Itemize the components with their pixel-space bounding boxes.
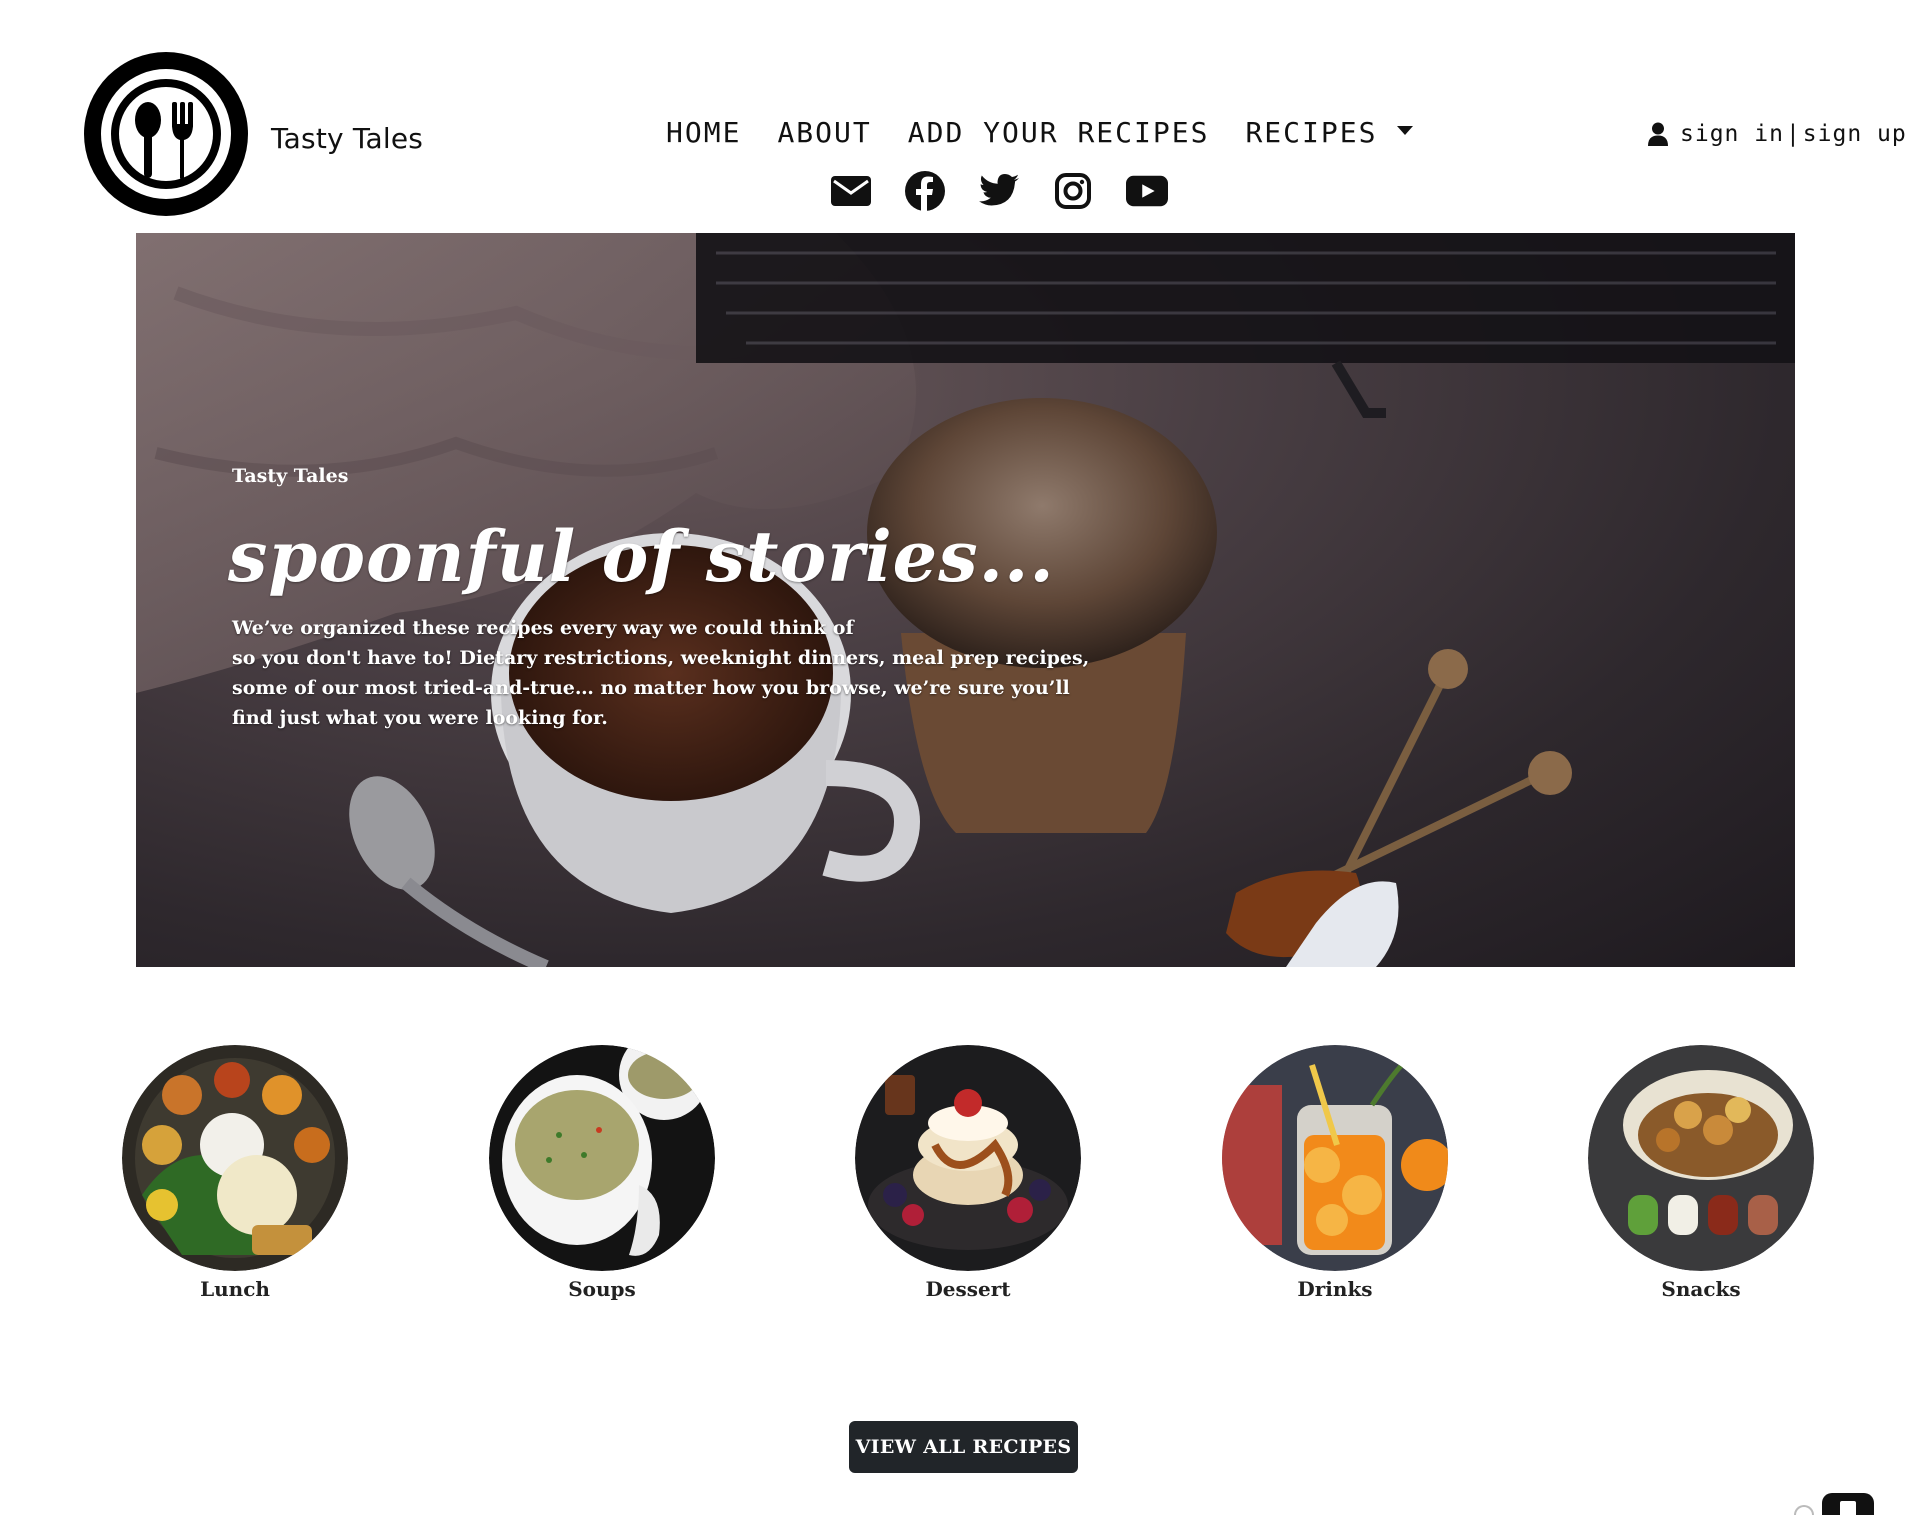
site-logo[interactable] <box>84 52 248 216</box>
hero-description-line: We’ve organized these recipes every way … <box>232 617 854 639</box>
sign-in-link[interactable]: sign in <box>1680 121 1784 147</box>
snacks-thumbnail <box>1588 1045 1814 1271</box>
category-label: Dessert <box>925 1277 1011 1301</box>
auth-links: sign in | sign up <box>1648 121 1907 147</box>
hero-description-line: so you don't have to! Dietary restrictio… <box>232 647 1090 669</box>
nav-about[interactable]: ABOUT <box>777 116 871 149</box>
brand-name[interactable]: Tasty Tales <box>271 122 423 155</box>
soups-thumbnail <box>489 1045 715 1271</box>
youtube-icon[interactable] <box>1126 170 1168 212</box>
hero-description: We’ve organized these recipes every way … <box>232 613 1090 733</box>
hero-headline: spoonful of stories... <box>228 515 1055 598</box>
hero-banner: Tasty Tales spoonful of stories... We’ve… <box>136 233 1795 967</box>
lunch-thumbnail <box>122 1045 348 1271</box>
nav-recipes-label: RECIPES <box>1245 116 1378 149</box>
chat-bubble-icon[interactable] <box>1794 1505 1814 1515</box>
nav-recipes-dropdown[interactable]: RECIPES <box>1245 116 1414 149</box>
envelope-icon[interactable] <box>830 170 872 212</box>
view-all-recipes-button[interactable]: VIEW ALL RECIPES <box>849 1421 1078 1473</box>
category-row: Lunch Soups Dessert Drinks Snacks <box>0 1045 1920 1305</box>
floating-widget-button[interactable] <box>1822 1493 1874 1515</box>
facebook-icon[interactable] <box>904 170 946 212</box>
main-nav: HOME ABOUT ADD YOUR RECIPES RECIPES <box>666 116 1414 149</box>
dessert-thumbnail <box>855 1045 1081 1271</box>
category-drinks[interactable]: Drinks <box>1222 1045 1448 1301</box>
category-label: Soups <box>568 1277 636 1301</box>
category-label: Lunch <box>200 1277 270 1301</box>
nav-home[interactable]: HOME <box>666 116 741 149</box>
spoon-fork-icon <box>135 102 193 180</box>
category-lunch[interactable]: Lunch <box>122 1045 348 1301</box>
social-links <box>830 170 1168 212</box>
category-label: Snacks <box>1661 1277 1741 1301</box>
drinks-thumbnail <box>1222 1045 1448 1271</box>
user-icon <box>1648 122 1668 146</box>
twitter-icon[interactable] <box>978 170 1020 212</box>
hero-description-line: some of our most tried-and-true… no matt… <box>232 677 1070 699</box>
category-dessert[interactable]: Dessert <box>855 1045 1081 1301</box>
category-soups[interactable]: Soups <box>489 1045 715 1301</box>
category-label: Drinks <box>1297 1277 1373 1301</box>
hero-description-line: find just what you were looking for. <box>232 707 608 729</box>
instagram-icon[interactable] <box>1052 170 1094 212</box>
caret-down-icon <box>1397 125 1414 135</box>
nav-add-recipes[interactable]: ADD YOUR RECIPES <box>908 116 1210 149</box>
sign-up-link[interactable]: sign up <box>1803 121 1907 147</box>
category-snacks[interactable]: Snacks <box>1588 1045 1814 1301</box>
widget-square-icon <box>1840 1501 1856 1515</box>
hero-background-image <box>136 233 1795 967</box>
hero-kicker: Tasty Tales <box>232 465 349 487</box>
auth-separator: | <box>1785 121 1801 147</box>
